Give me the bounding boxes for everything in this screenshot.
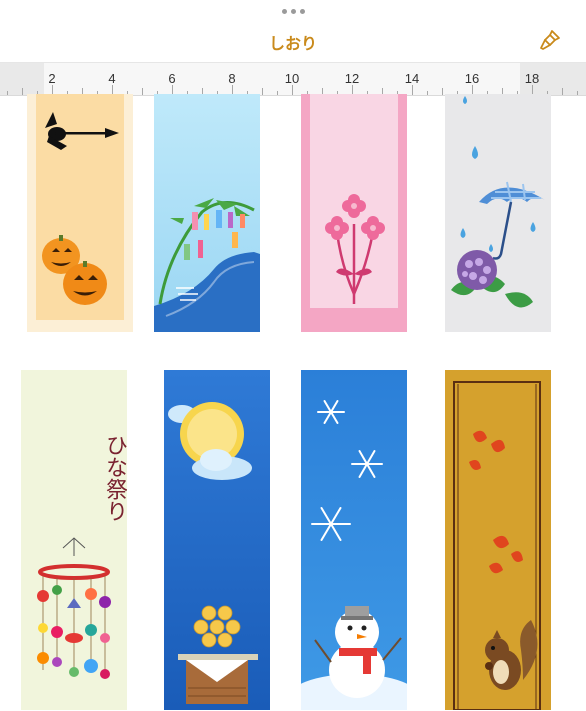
page-title: しおり	[268, 36, 317, 53]
ruler-tick	[442, 88, 443, 95]
ruler-number: 2	[48, 71, 56, 86]
ruler-tick	[427, 91, 428, 95]
bookmark-winter-snowman[interactable]	[301, 370, 407, 710]
ruler[interactable]: 2 4 6 8 10 12 14 16 18	[0, 62, 586, 96]
tanabata-illustration	[154, 94, 260, 332]
ellipsis-icon[interactable]	[270, 6, 316, 16]
rainy-season-illustration	[445, 94, 551, 332]
halloween-illustration	[27, 94, 133, 332]
ruler-number: 16	[464, 71, 480, 86]
ruler-number: 10	[284, 71, 300, 86]
ruler-tick	[277, 91, 278, 95]
bookmark-rainy-season[interactable]	[445, 94, 551, 332]
bookmark-tanabata[interactable]	[154, 94, 260, 332]
flower-illustration	[301, 94, 407, 332]
ruler-number: 14	[404, 71, 420, 86]
paintbrush-icon[interactable]	[538, 28, 562, 52]
ruler-number: 4	[108, 71, 116, 86]
bookmark-halloween[interactable]	[27, 94, 133, 332]
hinamatsuri-text: ひな祭り	[102, 434, 127, 522]
ruler-number: 12	[344, 71, 360, 86]
ruler-tick	[262, 88, 263, 95]
ruler-tick	[412, 85, 413, 95]
bookmark-flower[interactable]	[301, 94, 407, 332]
ruler-number: 6	[168, 71, 176, 86]
autumn-squirrel-illustration	[445, 370, 551, 710]
top-bar: しおり	[0, 0, 586, 62]
ruler-number: 8	[228, 71, 236, 86]
bookmark-moon-viewing[interactable]	[164, 370, 270, 710]
ruler-tick	[562, 88, 563, 95]
ruler-tick	[292, 85, 293, 95]
winter-snowman-illustration	[301, 370, 407, 710]
ruler-number: 18	[524, 71, 540, 86]
moon-viewing-illustration	[164, 370, 270, 710]
ruler-tick	[22, 88, 23, 95]
ruler-tick	[142, 88, 143, 95]
ruler-tick	[577, 91, 578, 95]
ruler-tick	[7, 91, 8, 95]
bookmark-hinamatsuri[interactable]: ひな祭り	[21, 370, 127, 710]
bookmark-autumn-squirrel[interactable]	[445, 370, 551, 710]
